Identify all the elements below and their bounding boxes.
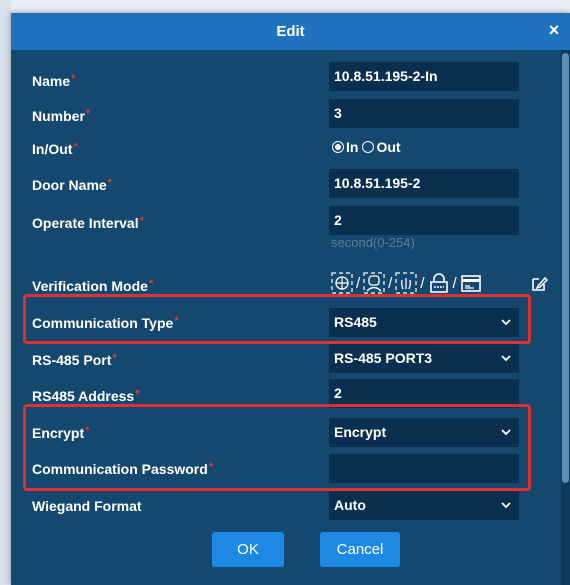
close-icon[interactable]: × — [544, 21, 564, 39]
separator: / — [356, 274, 361, 292]
rs485-port-select[interactable]: RS-485 PORT3 — [329, 344, 519, 373]
card-icon — [460, 275, 481, 292]
door-name-label-text: Door Name — [32, 177, 107, 193]
chevron-down-icon — [501, 502, 511, 509]
rs485-address-label-text: RS485 Address — [32, 388, 135, 404]
name-label: Name* — [32, 73, 75, 89]
cancel-button[interactable]: Cancel — [320, 532, 400, 567]
face-icon — [363, 272, 385, 294]
edit-icon[interactable] — [530, 275, 548, 293]
palm-icon — [395, 272, 417, 294]
wiegand-format-label-text: Wiegand Format — [32, 498, 142, 514]
wiegand-format-select[interactable]: Auto — [329, 491, 519, 520]
required-mark: * — [73, 141, 78, 153]
radio-out[interactable] — [362, 141, 375, 153]
verification-mode-label: Verification Mode* — [32, 278, 153, 294]
rs485-port-value: RS-485 PORT3 — [334, 350, 433, 366]
rs485-port-label: RS-485 Port* — [32, 352, 117, 368]
radio-in-label[interactable]: In — [346, 139, 358, 155]
background-page — [0, 0, 11, 585]
wiegand-format-label: Wiegand Format — [32, 498, 142, 514]
verification-mode-label-text: Verification Mode — [32, 278, 148, 294]
highlight-encrypt-password — [23, 404, 531, 491]
password-lock-icon — [429, 273, 448, 293]
inout-radio-group: In Out — [332, 139, 401, 155]
rs485-address-label: RS485 Address* — [32, 388, 139, 404]
dialog-titlebar: Edit × — [11, 13, 570, 50]
number-label: Number* — [32, 108, 90, 124]
chevron-down-icon — [501, 355, 511, 362]
number-label-text: Number — [32, 108, 85, 124]
rs485-port-label-text: RS-485 Port — [32, 352, 112, 368]
highlight-communication-type — [23, 294, 531, 344]
separator: / — [420, 274, 425, 292]
required-mark: * — [139, 215, 144, 227]
door-name-input[interactable]: 10.8.51.195-2 — [329, 169, 519, 198]
name-input[interactable]: 10.8.51.195-2-In — [329, 62, 519, 91]
separator: / — [388, 274, 393, 292]
wiegand-format-value: Auto — [334, 497, 366, 513]
dialog-title: Edit — [276, 23, 305, 40]
operate-interval-label: Operate Interval* — [32, 215, 144, 231]
required-mark: * — [112, 352, 117, 364]
edit-dialog: Edit × Name* 10.8.51.195-2-In Number* 3 … — [11, 13, 570, 585]
operate-interval-label-text: Operate Interval — [32, 215, 139, 231]
required-mark: * — [148, 278, 154, 290]
inout-label-text: In/Out — [32, 141, 73, 157]
required-mark: * — [85, 108, 91, 120]
separator: / — [452, 274, 457, 292]
inout-label: In/Out* — [32, 141, 78, 157]
ok-button[interactable]: OK — [212, 532, 284, 567]
operate-interval-hint: second(0-254) — [331, 235, 415, 250]
scrollbar-thumb[interactable] — [562, 53, 569, 483]
door-name-label: Door Name* — [32, 177, 112, 193]
radio-in[interactable] — [332, 141, 344, 153]
required-mark: * — [135, 388, 140, 400]
name-label-text: Name — [32, 73, 71, 89]
number-input[interactable]: 3 — [329, 99, 519, 128]
required-mark: * — [107, 177, 112, 189]
verification-mode-icons[interactable]: / / / / — [331, 271, 482, 295]
operate-interval-input[interactable]: 2 — [329, 206, 519, 235]
required-mark: * — [71, 73, 76, 85]
fingerprint-icon — [331, 272, 353, 294]
radio-out-label[interactable]: Out — [376, 139, 400, 155]
